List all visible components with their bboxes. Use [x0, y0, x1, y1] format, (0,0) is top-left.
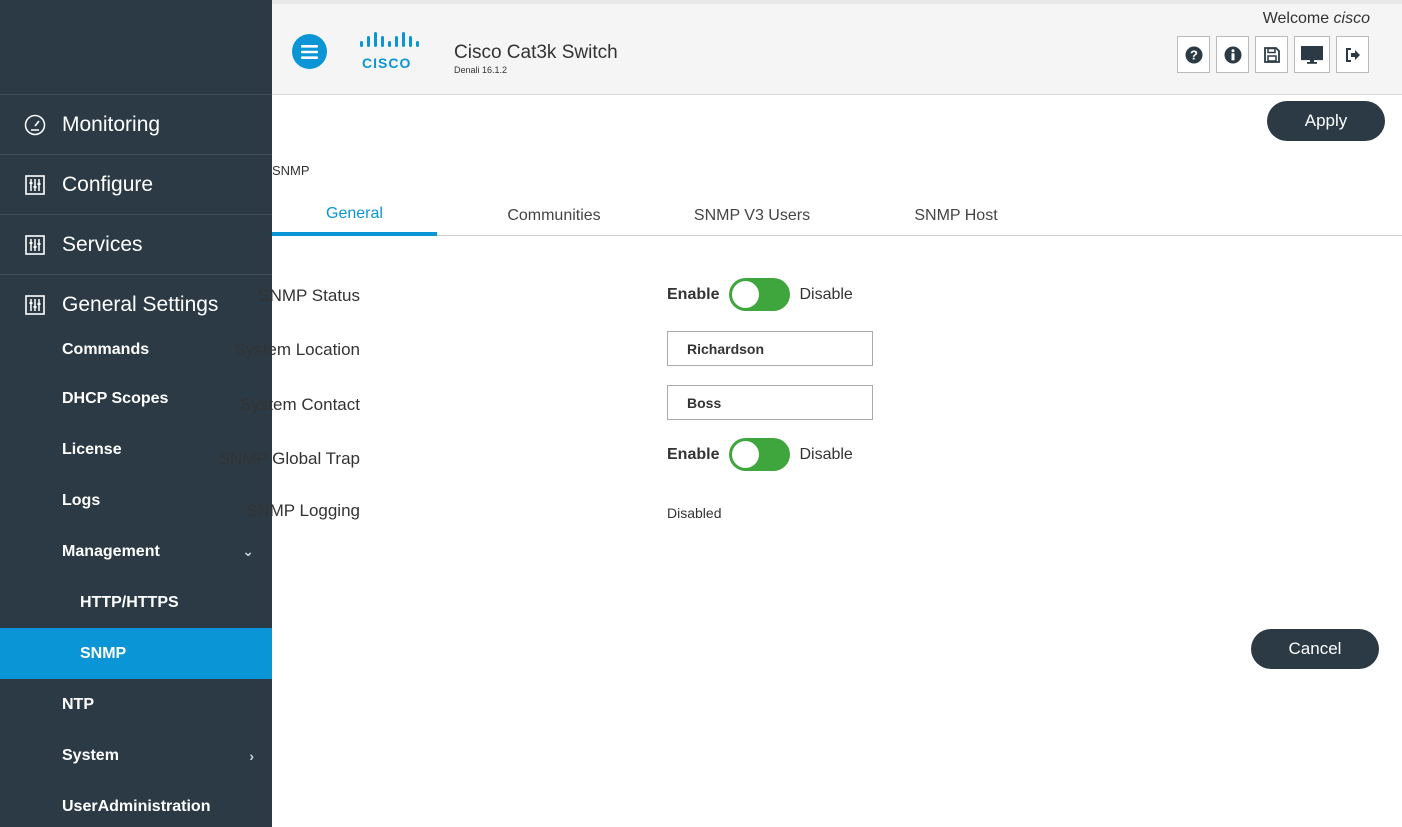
- cisco-bridge-icon: [360, 32, 419, 47]
- disable-label: Disable: [799, 445, 853, 463]
- system-location-label: System Location: [234, 340, 360, 359]
- system-contact-input[interactable]: [667, 385, 873, 420]
- sidebar-item-label: System: [62, 746, 119, 764]
- device-title: Cisco Cat3k Switch Denali 16.1.2: [454, 42, 618, 75]
- hamburger-menu-button[interactable]: [292, 34, 327, 69]
- sidebar-item-label: UserAdministration: [62, 797, 211, 815]
- sidebar-item-dhcp-scopes[interactable]: DHCP Scopes: [0, 373, 272, 424]
- enable-label: Enable: [667, 445, 720, 463]
- sliders-icon: [24, 174, 46, 196]
- save-button[interactable]: [1255, 36, 1288, 73]
- snmp-global-trap-toggle[interactable]: [729, 438, 791, 471]
- sliders-icon: [24, 294, 46, 316]
- tab-snmp-host[interactable]: SNMP Host: [884, 195, 1028, 236]
- sidebar-item-label: SNMP: [80, 644, 127, 662]
- snmp-status-toggle[interactable]: [729, 278, 791, 311]
- sidebar-item-label: Configure: [62, 172, 154, 196]
- sidebar-item-snmp[interactable]: SNMP: [0, 628, 272, 679]
- help-icon: ?: [1185, 46, 1202, 63]
- toggle-knob: [732, 281, 760, 308]
- chevron-down-icon: ⌄: [242, 543, 254, 559]
- sidebar-item-label: DHCP Scopes: [62, 389, 169, 407]
- sidebar-item-label: NTP: [62, 695, 94, 713]
- tab-general[interactable]: General: [272, 195, 437, 236]
- sidebar-item-configure[interactable]: Configure: [0, 155, 272, 215]
- snmp-global-trap-toggle-row: Enable Disable: [667, 438, 853, 471]
- snmp-logging-label: SNMP Logging: [245, 501, 360, 520]
- device-name: Cisco Cat3k Switch: [454, 42, 618, 63]
- monitor-icon: [1301, 45, 1323, 64]
- sidebar-item-label: HTTP/HTTPS: [80, 593, 179, 611]
- apply-button[interactable]: Apply: [1267, 101, 1385, 141]
- sidebar-item-monitoring[interactable]: Monitoring: [0, 95, 272, 155]
- svg-text:?: ?: [1190, 47, 1198, 62]
- sidebar-item-system[interactable]: System ›: [0, 730, 272, 781]
- sliders-icon: [24, 234, 46, 256]
- sidebar-item-label: Monitoring: [62, 112, 161, 136]
- dashboard-gauge-icon: [24, 114, 46, 136]
- tab-communities[interactable]: Communities: [472, 195, 636, 236]
- welcome-text: Welcome cisco: [1263, 10, 1370, 28]
- system-location-input[interactable]: [667, 331, 873, 366]
- sidebar-item-label: Services: [62, 232, 143, 256]
- sidebar-item-label: License: [62, 440, 122, 458]
- enable-label: Enable: [667, 285, 720, 303]
- toggle-knob: [732, 441, 760, 468]
- sidebar-item-general-settings[interactable]: General Settings: [0, 275, 272, 335]
- main-content: Apply SNMP General Communities SNMP V3 U…: [219, 95, 1402, 827]
- monitor-button[interactable]: [1294, 36, 1330, 73]
- sidebar-header: [0, 0, 272, 95]
- help-button[interactable]: ?: [1177, 36, 1210, 73]
- sidebar-item-user-administration[interactable]: UserAdministration: [0, 781, 272, 827]
- chevron-right-icon: ›: [249, 747, 254, 764]
- disable-label: Disable: [799, 285, 853, 303]
- welcome-prefix: Welcome: [1262, 10, 1330, 27]
- info-icon: [1224, 46, 1241, 63]
- sidebar-item-commands[interactable]: Commands: [0, 327, 272, 373]
- system-contact-label: System Contact: [240, 395, 360, 414]
- header-toolbar: ?: [1171, 36, 1369, 73]
- snmp-status-toggle-row: Enable Disable: [667, 278, 853, 311]
- save-icon: [1263, 46, 1280, 63]
- sidebar: Monitoring Configure Services General Se…: [0, 0, 272, 827]
- cisco-logo-text: CISCO: [362, 55, 412, 71]
- sidebar-item-label: Logs: [62, 491, 101, 509]
- logout-button[interactable]: [1336, 36, 1369, 73]
- cisco-logo: CISCO: [358, 31, 428, 73]
- sidebar-item-logs[interactable]: Logs: [0, 475, 272, 526]
- cancel-button[interactable]: Cancel: [1251, 629, 1379, 669]
- snmp-status-label: SNMP Status: [258, 286, 360, 305]
- tab-bar: General Communities SNMP V3 Users SNMP H…: [272, 195, 1402, 236]
- snmp-logging-value: Disabled: [667, 505, 722, 521]
- sidebar-item-services[interactable]: Services: [0, 215, 272, 275]
- sidebar-item-management[interactable]: Management ⌄: [0, 526, 272, 577]
- top-header: CISCO Cisco Cat3k Switch Denali 16.1.2 W…: [272, 0, 1402, 95]
- device-version: Denali 16.1.2: [454, 65, 508, 75]
- sidebar-item-label: Management: [62, 542, 160, 560]
- tab-snmp-v3-users[interactable]: SNMP V3 Users: [672, 195, 832, 236]
- sidebar-item-ntp[interactable]: NTP: [0, 679, 272, 730]
- hamburger-icon: [301, 44, 318, 59]
- sidebar-item-label: Commands: [62, 341, 150, 358]
- page-title: SNMP: [272, 163, 310, 178]
- sidebar-item-label: General Settings: [62, 293, 219, 316]
- snmp-global-trap-label: SNMP Global Trap: [218, 449, 360, 468]
- logout-icon: [1345, 47, 1360, 62]
- sidebar-item-http-https[interactable]: HTTP/HTTPS: [0, 577, 272, 628]
- welcome-user: cisco: [1333, 10, 1370, 27]
- info-button[interactable]: [1216, 36, 1249, 73]
